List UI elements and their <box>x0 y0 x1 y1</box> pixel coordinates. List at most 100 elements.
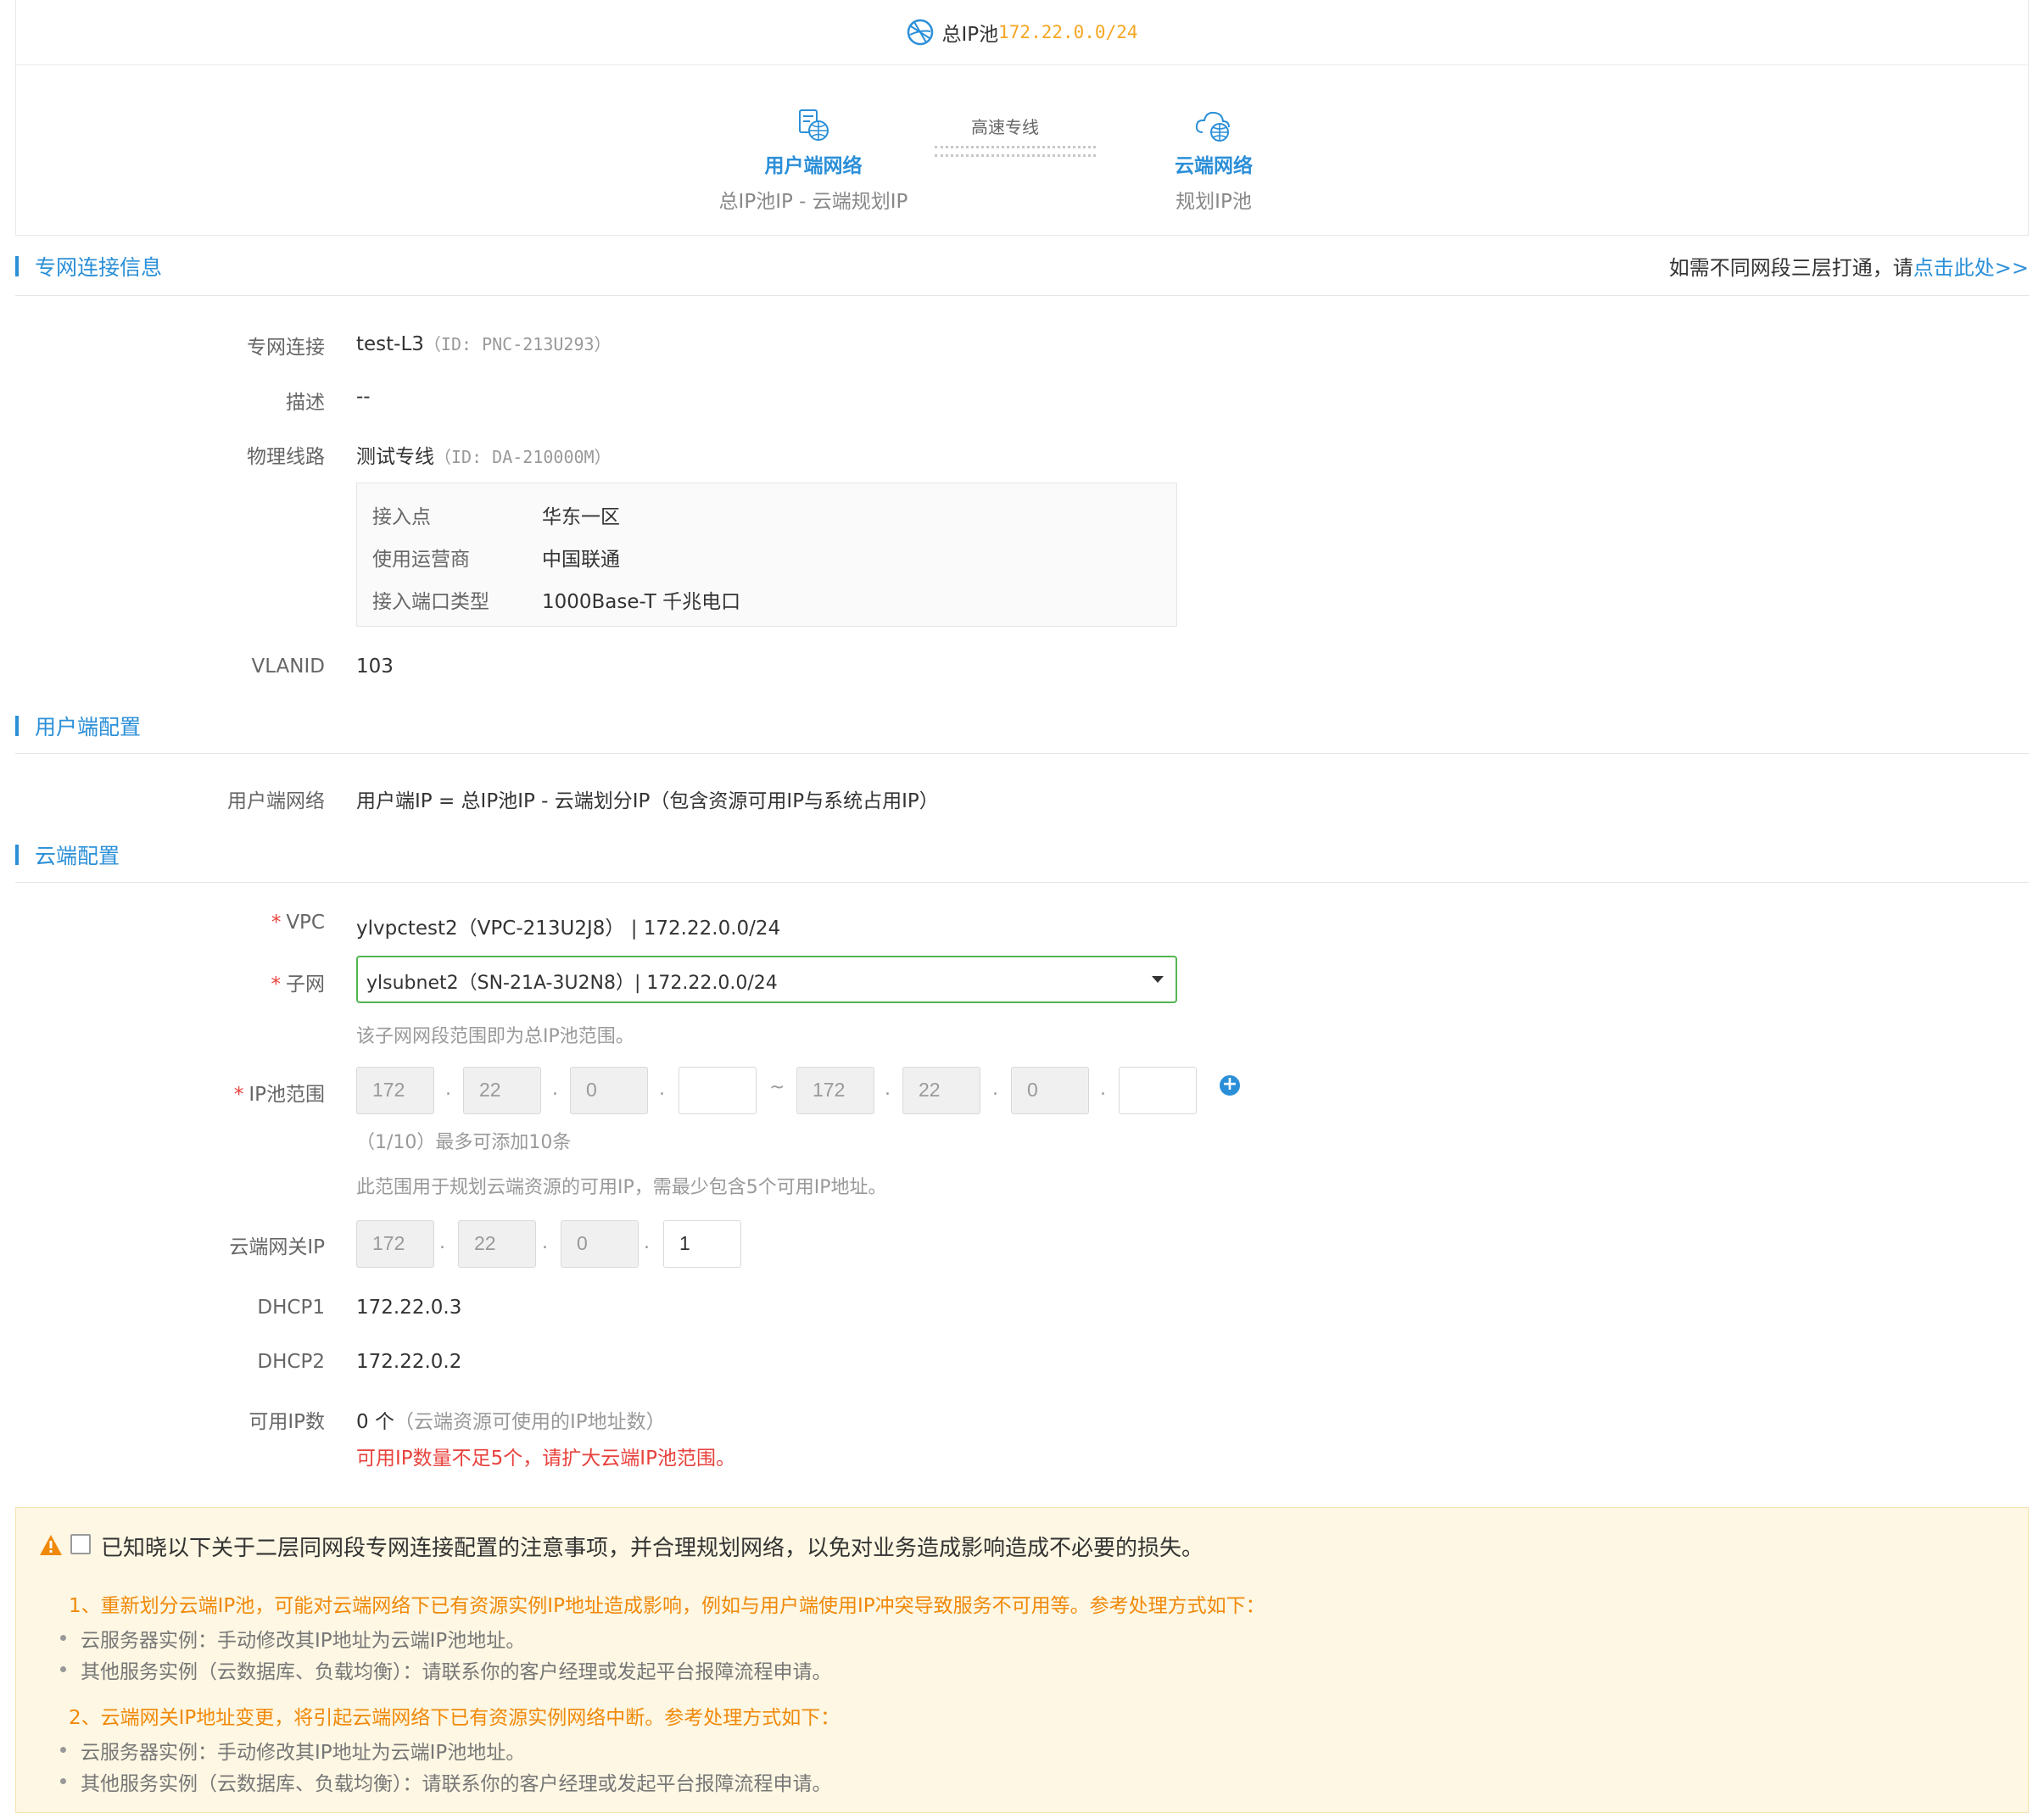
vpc-value: ylvpctest2（VPC-213U2J8） | 172.22.0.0/24 <box>356 918 781 940</box>
section-bar <box>15 845 19 865</box>
octet-separator: . <box>542 1232 548 1253</box>
dhcp2-value: 172.22.0.2 <box>356 1351 462 1373</box>
section-title-cloud-config: 云端配置 <box>35 844 120 868</box>
gateway-octet-3: 0 <box>561 1220 639 1268</box>
layer3-note: 如需不同网段三层打通，请点击此处>> <box>1669 251 2029 281</box>
ip-pool-range-label: * IP池范围 <box>53 1078 325 1107</box>
subnet-hint: 该子网网段范围即为总IP池范围。 <box>356 1026 634 1047</box>
ip-pool-value: 172.22.0.0/24 <box>998 22 1138 42</box>
physical-line-id: （ID: DA-210000M） <box>434 447 612 467</box>
required-mark: * <box>233 1084 244 1106</box>
warning-icon <box>40 1535 62 1555</box>
user-network-sub: 总IP池IP - 云端规划IP <box>718 191 908 213</box>
connection-id: （ID: PNC-213U293） <box>423 334 612 354</box>
octet-separator: . <box>885 1079 891 1100</box>
pool-start-octet-3: 0 <box>570 1067 648 1114</box>
pool-start-octet-4-input[interactable] <box>679 1067 757 1114</box>
detail-value: 中国联通 <box>542 549 620 571</box>
vpc-label-text: VPC <box>286 912 325 934</box>
detail-key: 接入点 <box>372 506 431 528</box>
layer3-note-text: 如需不同网段三层打通，请 <box>1668 256 1913 280</box>
connection-name: test-L3 <box>356 333 424 355</box>
octet-separator: . <box>644 1232 650 1253</box>
pool-end-octet-2: 22 <box>902 1067 980 1114</box>
octet-separator: . <box>659 1079 665 1100</box>
notice-item-1-bullet-2: 其他服务实例（云数据库、负载均衡）：请联系你的客户经理或发起平台报障流程申请。 <box>60 1655 832 1684</box>
detail-key: 接入端口类型 <box>372 591 489 613</box>
subnet-select[interactable]: ylsubnet2（SN-21A-3U2N8）| 172.22.0.0/24 <box>356 956 1177 1003</box>
connection-name-label: 专网连接 <box>247 337 325 359</box>
layer3-link[interactable]: 点击此处>> <box>1913 256 2029 280</box>
available-ip-error: 可用IP数量不足5个，请扩大云端IP池范围。 <box>356 1448 735 1470</box>
notice-item-2: 2、云端网关IP地址变更，将引起云端网络下已有资源实例网络中断。参考处理方式如下… <box>69 1707 840 1729</box>
chevron-down-icon[interactable] <box>1152 976 1164 983</box>
available-ip-count: 0 个 <box>356 1411 394 1433</box>
section-bar <box>15 256 19 276</box>
ip-pool-label: 总IP池 <box>941 24 999 46</box>
vpc-label: * VPC <box>53 912 325 934</box>
link-line-bottom <box>935 154 1096 157</box>
pool-count-hint: （1/10）最多可添加10条 <box>356 1132 572 1153</box>
gateway-label: 云端网关IP <box>229 1236 325 1258</box>
detail-value: 华东一区 <box>542 506 620 528</box>
pool-end-octet-3: 0 <box>1011 1067 1089 1114</box>
pool-start-octet-2: 22 <box>463 1067 541 1114</box>
user-network-node: 用户端网络 总IP池IP - 云端规划IP <box>703 107 924 214</box>
section-user-config: 用户端配置 <box>15 711 2029 754</box>
gateway-octet-1: 172 <box>356 1220 434 1268</box>
subnet-label-text: 子网 <box>286 973 325 996</box>
available-ip-value: 0 个（云端资源可使用的IP地址数） <box>356 1405 666 1434</box>
link-label: 高速专线 <box>971 117 1039 137</box>
pool-end-octet-1: 172 <box>796 1067 874 1114</box>
octet-separator: . <box>992 1079 998 1100</box>
subnet-selected-value: ylsubnet2（SN-21A-3U2N8）| 172.22.0.0/24 <box>366 973 778 994</box>
range-separator: ~ <box>769 1077 785 1098</box>
pool-usage-hint: 此范围用于规划云端资源的可用IP，需最少包含5个可用IP地址。 <box>356 1177 887 1198</box>
section-cloud-config: 云端配置 <box>15 840 2029 883</box>
dhcp1-label: DHCP1 <box>257 1297 325 1319</box>
octet-separator: . <box>1100 1079 1106 1100</box>
section-title-user-config: 用户端配置 <box>35 715 142 739</box>
cloud-network-sub: 规划IP池 <box>1176 191 1252 213</box>
gateway-octet-2: 22 <box>458 1220 536 1268</box>
ip-pool-header: 总IP池 172.22.0.0/24 <box>16 0 2028 65</box>
vlan-value: 103 <box>356 655 394 678</box>
pool-end-octet-4-input[interactable] <box>1119 1067 1197 1114</box>
detail-value: 1000Base-T 千兆电口 <box>542 591 741 613</box>
physical-line-value: 测试专线（ID: DA-210000M） <box>356 440 612 469</box>
description-label: 描述 <box>286 392 325 414</box>
pool-start-octet-1: 172 <box>356 1067 434 1114</box>
cloud-network-node: 云端网络 规划IP池 <box>1137 107 1290 214</box>
dhcp2-label: DHCP2 <box>257 1351 325 1373</box>
octet-separator: . <box>439 1232 445 1253</box>
connection-name-value: test-L3（ID: PNC-213U293） <box>356 331 612 355</box>
user-network-label: 用户端网络 <box>227 790 325 812</box>
available-ip-label: 可用IP数 <box>249 1411 325 1433</box>
octet-separator: . <box>445 1079 451 1100</box>
notice-item-1: 1、重新划分云端IP池，可能对云端网络下已有资源实例IP地址造成影响，例如与用户… <box>69 1595 1265 1617</box>
notice-item-2-bullet-1: 云服务器实例：手动修改其IP地址为云端IP池地址。 <box>59 1736 525 1765</box>
ip-pool-range-label-text: IP池范围 <box>249 1084 325 1106</box>
detail-row: 接入点 华东一区 <box>372 500 620 529</box>
available-ip-note: （云端资源可使用的IP地址数） <box>394 1411 666 1433</box>
section-bar <box>15 716 19 736</box>
physical-line-label: 物理线路 <box>247 446 325 468</box>
warning-notice: 已知晓以下关于二层同网段专网连接配置的注意事项，并合理规划网络，以免对业务造成影… <box>15 1507 2029 1813</box>
add-range-plus-icon[interactable]: + <box>1220 1075 1240 1096</box>
dhcp1-value: 172.22.0.3 <box>356 1297 462 1319</box>
detail-key: 使用运营商 <box>372 549 470 571</box>
cloud-network-title: 云端网络 <box>1175 155 1253 177</box>
acknowledge-checkbox[interactable] <box>70 1534 91 1554</box>
detail-row: 接入端口类型 1000Base-T 千兆电口 <box>372 585 740 614</box>
required-mark: * <box>271 912 282 934</box>
section-title-connection: 专网连接信息 <box>35 255 163 280</box>
physical-line-details: 接入点 华东一区 使用运营商 中国联通 接入端口类型 1000Base-T 千兆电口 <box>356 483 1177 627</box>
section-connection-info: 专网连接信息 如需不同网段三层打通，请点击此处>> <box>15 251 2029 296</box>
user-network-title: 用户端网络 <box>764 155 863 177</box>
notice-item-2-bullet-2: 其他服务实例（云数据库、负载均衡）：请联系你的客户经理或发起平台报障流程申请。 <box>60 1767 832 1796</box>
user-network-value: 用户端IP = 总IP池IP - 云端划分IP（包含资源可用IP与系统占用IP） <box>356 790 939 812</box>
gateway-octet-4-input[interactable]: 1 <box>663 1220 741 1268</box>
required-mark: * <box>271 973 282 996</box>
vlan-label: VLANID <box>251 655 325 678</box>
description-value: -- <box>356 386 371 408</box>
